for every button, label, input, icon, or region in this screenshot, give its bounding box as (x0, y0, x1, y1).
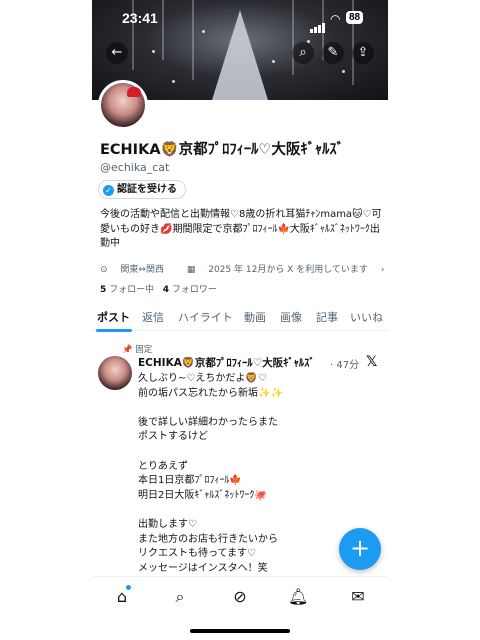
location: ⊙ 関東⇔関西 (100, 265, 174, 275)
tab-images[interactable]: 画像 (280, 309, 302, 325)
tab-highlights[interactable]: ハイライト (178, 309, 233, 325)
verify-button[interactable]: ✓ 認証を受ける (98, 180, 186, 199)
tab-replies[interactable]: 返信 (142, 309, 164, 325)
tab-likes[interactable]: いいね (350, 309, 383, 325)
verify-button-label: 認証を受ける (117, 184, 177, 195)
home-indicator (190, 629, 290, 633)
profile-meta: ⊙ 関東⇔関西 ▦ 2025 年 12月から X を利用しています › (100, 262, 388, 275)
post-avatar[interactable] (98, 356, 132, 390)
pinned-label: 固定 (135, 345, 153, 355)
joined-text: 2025 年 12月から X を利用しています (208, 265, 368, 275)
following-count: 5 (100, 285, 107, 295)
search-icon[interactable]: ⌕ (170, 587, 190, 607)
pinned-indicator: 📌 固定 (122, 343, 152, 355)
phone-screen: 23:41 ◠ 88 ← ⌕ ✎ ⇪ ECHIKA🦁京都ﾌﾟﾛﾌｨｰﾙ♡大阪ｷﾞ… (92, 0, 388, 640)
followers-link[interactable]: 4 フォロワー (163, 285, 217, 295)
clock: 23:41 (122, 10, 158, 26)
verified-check-icon: ✓ (103, 185, 114, 196)
bell-icon[interactable]: 🔔︎ (288, 587, 308, 607)
share-icon[interactable]: ⇪ (352, 42, 374, 64)
active-tab-indicator (96, 329, 132, 332)
left-margin (0, 0, 92, 640)
pin-icon: 📌 (122, 345, 133, 355)
post-author[interactable]: ECHIKA🦁京都ﾌﾟﾛﾌｨｰﾙ♡大阪ｷﾞｬﾙｽﾞ (138, 355, 315, 370)
following-label: フォロー中 (109, 285, 155, 295)
right-margin (388, 0, 480, 640)
home-icon[interactable]: ⌂ (112, 587, 132, 607)
edit-icon[interactable]: ✎ (322, 42, 344, 64)
tab-articles[interactable]: 記事 (316, 309, 338, 325)
signal-icon (310, 14, 326, 33)
status-bar: 23:41 ◠ 88 (92, 8, 388, 33)
arrow-left-icon[interactable]: ← (106, 42, 128, 64)
location-text: 関東⇔関西 (120, 265, 164, 275)
post-time[interactable]: · 47分 (330, 356, 359, 371)
profile-bio: 今後の活動や配信と出勤情報♡8歳の折れ耳猫ﾁｬﾝmama🐱♡可愛いもの好き💋期間… (100, 209, 382, 249)
location-pin-icon: ⊙ (100, 265, 108, 275)
wifi-icon: ◠ (330, 12, 341, 26)
profile-tabs: ポスト 返信 ハイライト 動画 画像 記事 いいね (92, 305, 388, 332)
followers-label: フォロワー (171, 285, 217, 295)
profile-name: ECHIKA🦁京都ﾌﾟﾛﾌｨｰﾙ♡大阪ｷﾞｬﾙｽﾞ (100, 142, 344, 158)
search-icon[interactable]: ⌕ (292, 42, 314, 64)
bottom-nav: ⌂ ⌕ ⊘ 🔔︎ ✉ (92, 576, 388, 640)
avatar[interactable] (98, 80, 148, 130)
chevron-right-icon: › (380, 265, 385, 275)
tab-posts[interactable]: ポスト (97, 309, 130, 325)
x-logo-icon: 𝕏 (366, 354, 378, 370)
tab-videos[interactable]: 動画 (244, 309, 266, 325)
compose-button[interactable]: + (339, 528, 381, 570)
profile-handle: @echika_cat (100, 161, 170, 174)
grok-icon[interactable]: ⊘ (230, 587, 250, 607)
notification-dot (126, 585, 131, 590)
following-link[interactable]: 5 フォロー中 (100, 285, 154, 295)
followers-count: 4 (162, 285, 170, 295)
mail-icon[interactable]: ✉ (348, 587, 368, 607)
follow-stats: 5 フォロー中 4 フォロワー (100, 282, 217, 295)
profile-top-bar: ← ⌕ ✎ ⇪ (92, 42, 388, 64)
calendar-icon: ▦ (186, 265, 196, 275)
battery-indicator: 88 (346, 11, 364, 24)
joined-date[interactable]: ▦ 2025 年 12月から X を利用しています › (187, 265, 388, 275)
